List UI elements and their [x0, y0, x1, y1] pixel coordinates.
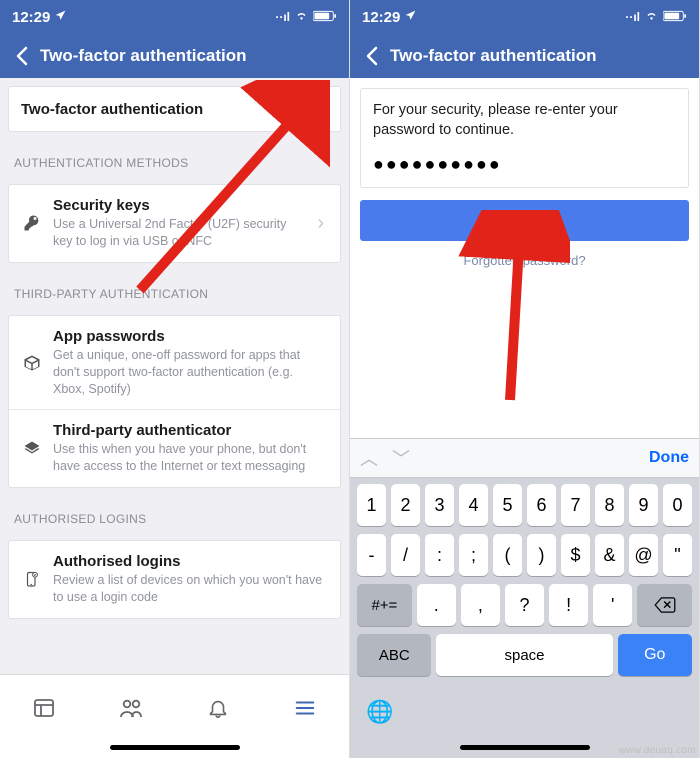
tab-friends[interactable] — [107, 691, 155, 725]
status-time: 12:29 — [12, 9, 50, 26]
battery-icon — [313, 10, 337, 25]
forgot-password-link[interactable]: Forgotten password? — [350, 253, 699, 268]
keyboard-accessory: ︿ ﹀ Done — [350, 438, 699, 478]
settings-scroll[interactable]: Two-factor authentication AUTHENTICATION… — [0, 78, 349, 674]
key-amp[interactable]: & — [595, 534, 624, 576]
kb-prev-icon[interactable]: ︿ — [360, 445, 378, 471]
key-go[interactable]: Go — [618, 634, 692, 676]
nav-header: Two-factor authentication — [0, 34, 349, 78]
box-icon — [21, 354, 43, 372]
kb-row-1: 1 2 3 4 5 6 7 8 9 0 — [354, 484, 695, 526]
home-indicator — [0, 736, 349, 758]
key-dash[interactable]: - — [357, 534, 386, 576]
page-title: Two-factor authentication — [36, 46, 341, 66]
phone-right: 12:29 ··ıl Two-factor authentication For… — [350, 0, 700, 758]
key-0[interactable]: 0 — [663, 484, 692, 526]
third-party-auth-title: Third-party authenticator — [53, 422, 328, 439]
two-factor-toggle-row[interactable]: Two-factor authentication — [9, 87, 340, 131]
section-header-third-party: THIRD-PARTY AUTHENTICATION — [0, 271, 349, 307]
location-arrow-icon — [404, 9, 417, 26]
key-lparen[interactable]: ( — [493, 534, 522, 576]
status-time: 12:29 — [362, 9, 400, 26]
key-1[interactable]: 1 — [357, 484, 386, 526]
status-bar: 12:29 ··ıl — [0, 0, 349, 34]
status-bar: 12:29 ··ıl — [350, 0, 699, 34]
tab-notifications[interactable] — [194, 691, 242, 725]
key-space[interactable]: space — [436, 634, 612, 676]
app-passwords-desc: Get a unique, one-off password for apps … — [53, 347, 328, 398]
keyboard-bottom-bar: 🌐 — [350, 688, 699, 736]
key-6[interactable]: 6 — [527, 484, 556, 526]
key-semicolon[interactable]: ; — [459, 534, 488, 576]
key-period[interactable]: . — [417, 584, 456, 626]
layers-icon — [21, 440, 43, 458]
keyboard: ︿ ﹀ Done 1 2 3 4 5 6 7 8 — [350, 438, 699, 758]
security-keys-desc: Use a Universal 2nd Factor (U2F) securit… — [53, 216, 303, 250]
key-4[interactable]: 4 — [459, 484, 488, 526]
key-2[interactable]: 2 — [391, 484, 420, 526]
continue-button[interactable]: Continue — [360, 200, 689, 241]
back-button[interactable] — [8, 46, 36, 66]
nav-header: Two-factor authentication — [350, 34, 699, 78]
password-card: For your security, please re-enter your … — [360, 88, 689, 188]
key-bang[interactable]: ! — [549, 584, 588, 626]
phone-left: 12:29 ··ıl Two-factor authentication — [0, 0, 350, 758]
signal-icon: ··ıl — [625, 10, 640, 24]
kb-row-4: ABC space Go — [354, 634, 695, 676]
kb-done-button[interactable]: Done — [649, 449, 689, 467]
toggle-row-title: Two-factor authentication — [21, 101, 298, 118]
key-at[interactable]: @ — [629, 534, 658, 576]
key-9[interactable]: 9 — [629, 484, 658, 526]
row-security-keys[interactable]: Security keys Use a Universal 2nd Factor… — [9, 185, 340, 262]
app-passwords-title: App passwords — [53, 328, 328, 345]
third-party-auth-desc: Use this when you have your phone, but d… — [53, 441, 328, 475]
key-apostrophe[interactable]: ' — [593, 584, 632, 626]
location-arrow-icon — [54, 9, 67, 26]
globe-icon[interactable]: 🌐 — [366, 699, 393, 725]
key-question[interactable]: ? — [505, 584, 544, 626]
key-comma[interactable]: , — [461, 584, 500, 626]
key-dollar[interactable]: $ — [561, 534, 590, 576]
kb-row-3: #+= . , ? ! ' — [354, 584, 695, 626]
section-header-auth-methods: AUTHENTICATION METHODS — [0, 140, 349, 176]
authorised-logins-desc: Review a list of devices on which you wo… — [53, 572, 328, 606]
back-button[interactable] — [358, 46, 386, 66]
key-8[interactable]: 8 — [595, 484, 624, 526]
key-slash[interactable]: / — [391, 534, 420, 576]
row-third-party-auth[interactable]: Third-party authenticator Use this when … — [9, 409, 340, 487]
prompt-text: For your security, please re-enter your … — [373, 101, 676, 140]
password-field[interactable]: ●●●●●●●●●● — [373, 154, 676, 175]
tab-bar — [0, 674, 349, 736]
kb-next-icon[interactable]: ﹀ — [392, 445, 410, 471]
signal-icon: ··ıl — [275, 10, 290, 24]
wifi-icon — [294, 10, 309, 25]
kb-row-2: - / : ; ( ) $ & @ " — [354, 534, 695, 576]
key-abc[interactable]: ABC — [357, 634, 431, 676]
key-5[interactable]: 5 — [493, 484, 522, 526]
key-symbols-shift[interactable]: #+= — [357, 584, 412, 626]
row-authorised-logins[interactable]: Authorised logins Review a list of devic… — [9, 541, 340, 618]
chevron-right-icon: › — [313, 212, 328, 235]
battery-icon — [663, 10, 687, 25]
key-quote[interactable]: " — [663, 534, 692, 576]
wifi-icon — [644, 10, 659, 25]
tab-feed[interactable] — [20, 691, 68, 725]
row-app-passwords[interactable]: App passwords Get a unique, one-off pass… — [9, 316, 340, 410]
key-7[interactable]: 7 — [561, 484, 590, 526]
key-icon — [21, 214, 43, 232]
security-keys-title: Security keys — [53, 197, 303, 214]
key-colon[interactable]: : — [425, 534, 454, 576]
key-3[interactable]: 3 — [425, 484, 454, 526]
phone-check-icon — [21, 571, 43, 589]
section-header-auth-logins: AUTHORISED LOGINS — [0, 496, 349, 532]
authorised-logins-title: Authorised logins — [53, 553, 328, 570]
tab-menu[interactable] — [281, 691, 329, 725]
watermark: www.deuaq.com — [619, 745, 696, 756]
key-backspace[interactable] — [637, 584, 692, 626]
two-factor-checkbox[interactable] — [308, 99, 328, 119]
key-rparen[interactable]: ) — [527, 534, 556, 576]
page-title: Two-factor authentication — [386, 46, 691, 66]
